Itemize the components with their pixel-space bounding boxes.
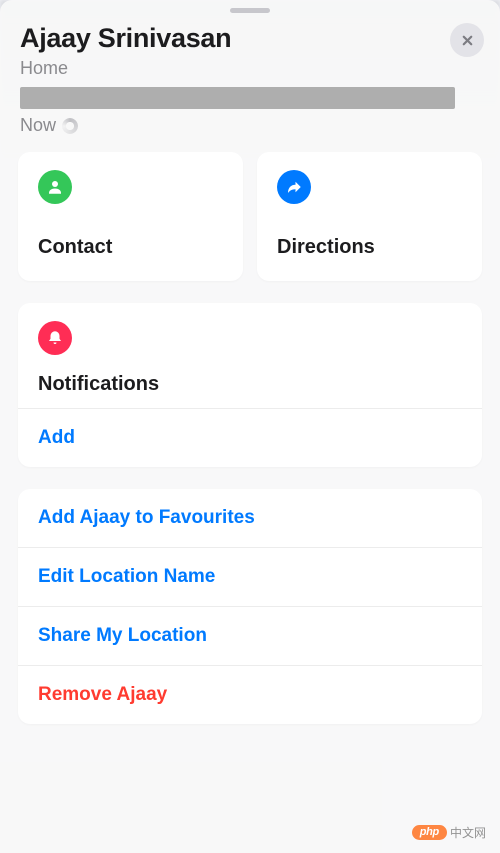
status-row: Now	[20, 115, 480, 136]
location-label: Home	[20, 58, 480, 79]
remove-contact-button[interactable]: Remove Ajaay	[18, 665, 482, 724]
sheet-header: Ajaay Srinivasan Home Now	[0, 23, 500, 152]
contact-name: Ajaay Srinivasan	[20, 23, 480, 54]
edit-location-name-button[interactable]: Edit Location Name	[18, 547, 482, 606]
add-notification-button[interactable]: Add	[18, 408, 482, 467]
directions-card-label: Directions	[277, 236, 462, 259]
directions-icon	[277, 170, 311, 204]
address-redacted	[20, 87, 455, 109]
notifications-section: Notifications Add	[18, 303, 482, 467]
status-text: Now	[20, 115, 56, 136]
bell-icon	[38, 321, 72, 355]
notifications-header: Notifications	[18, 303, 482, 408]
add-favourites-button[interactable]: Add Ajaay to Favourites	[18, 489, 482, 547]
contact-card[interactable]: Contact	[18, 152, 243, 281]
detail-sheet: Ajaay Srinivasan Home Now Contact Direct…	[0, 0, 500, 853]
notifications-title: Notifications	[38, 373, 462, 396]
contact-icon	[38, 170, 72, 204]
actions-section: Add Ajaay to Favourites Edit Location Na…	[18, 489, 482, 724]
share-location-button[interactable]: Share My Location	[18, 606, 482, 665]
content-area: Contact Directions Notifications Add Add…	[0, 152, 500, 724]
close-button[interactable]	[450, 23, 484, 57]
watermark: php 中文网	[412, 824, 486, 841]
loading-spinner-icon	[62, 118, 78, 134]
watermark-text: 中文网	[450, 824, 486, 841]
directions-card[interactable]: Directions	[257, 152, 482, 281]
action-cards-row: Contact Directions	[18, 152, 482, 281]
contact-card-label: Contact	[38, 236, 223, 259]
close-icon	[460, 33, 475, 48]
sheet-grabber[interactable]	[230, 8, 270, 13]
watermark-pill: php	[412, 825, 447, 840]
